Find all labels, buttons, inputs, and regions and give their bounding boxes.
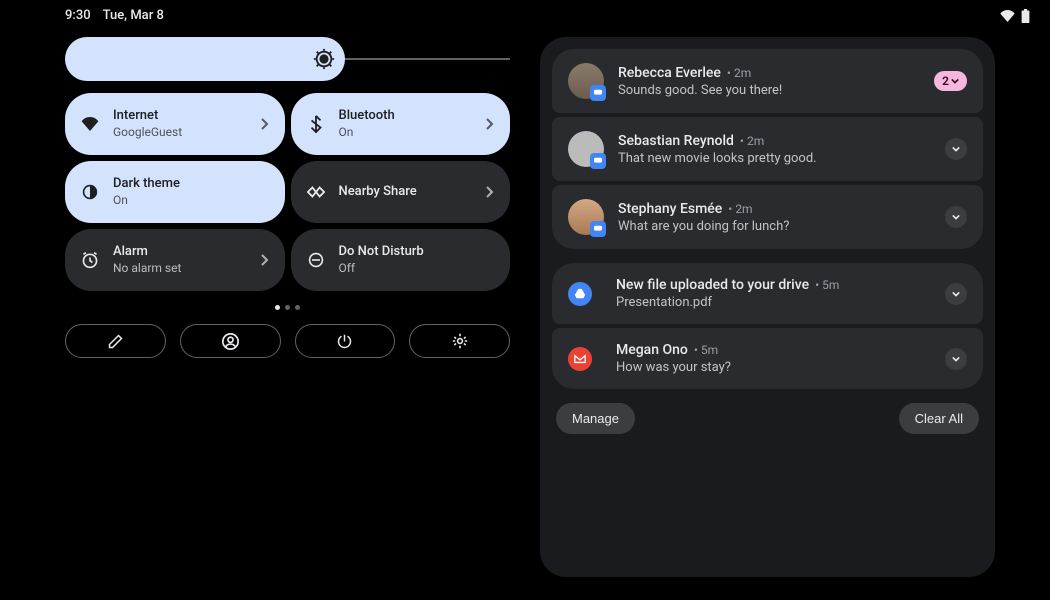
pencil-icon [108,334,123,349]
messages-app-badge [590,153,606,169]
status-bar: 9:30 Tue, Mar 8 [0,0,1050,27]
chevron-right-icon[interactable] [486,118,494,130]
notification-message: How was your stay? [616,360,931,375]
gear-icon [452,333,468,349]
clear-all-button[interactable]: Clear All [899,403,979,434]
notification-title: Sebastian Reynold [618,133,734,149]
do-not-disturb-icon [307,252,325,268]
avatar [568,199,604,235]
notification-group: Rebecca Everlee • 2m Sounds good. See yo… [552,49,983,249]
quick-settings-panel: Internet GoogleGuest Bluetooth On [65,37,510,577]
notification-message: Presentation.pdf [616,295,931,310]
tile-title: Alarm [113,244,247,261]
notification-message: What are you doing for lunch? [618,219,931,234]
chevron-down-icon [952,291,960,297]
wifi-icon [1000,10,1015,22]
notification-message: That new movie looks pretty good. [618,151,931,166]
bluetooth-icon [307,115,325,133]
nearby-share-icon [307,186,325,198]
expand-button[interactable] [945,348,967,370]
messages-app-badge [590,85,606,101]
chevron-right-icon[interactable] [261,254,269,266]
tile-nearby-share[interactable]: Nearby Share [291,161,511,223]
brightness-icon [313,48,335,70]
tile-title: Nearby Share [339,184,473,201]
avatar [568,63,604,99]
power-icon [337,334,352,349]
notification-item[interactable]: Megan Ono • 5m How was your stay? [552,328,983,389]
user-icon [222,333,239,350]
tile-subtitle: On [113,193,269,209]
chevron-down-icon [952,146,960,152]
edit-button[interactable] [65,324,166,358]
notification-title: Rebecca Everlee [618,65,721,81]
notification-panel: Rebecca Everlee • 2m Sounds good. See yo… [540,37,995,577]
chevron-right-icon[interactable] [261,118,269,130]
tile-alarm[interactable]: Alarm No alarm set [65,229,285,291]
tile-title: Do Not Disturb [339,244,495,261]
drive-icon [568,282,592,306]
notification-item[interactable]: Sebastian Reynold • 2m That new movie lo… [552,117,983,181]
chevron-down-icon [952,356,960,362]
chevron-down-icon [952,214,960,220]
tile-title: Bluetooth [339,108,473,125]
tile-subtitle: GoogleGuest [113,125,247,141]
tile-bluetooth[interactable]: Bluetooth On [291,93,511,155]
battery-icon [1021,9,1030,23]
settings-button[interactable] [409,324,510,358]
chevron-right-icon[interactable] [486,186,494,198]
tile-subtitle: Off [339,261,495,277]
page-indicator [65,305,510,310]
notification-title: Stephany Esmée [618,201,722,217]
tile-do-not-disturb[interactable]: Do Not Disturb Off [291,229,511,291]
status-date: Tue, Mar 8 [103,8,164,23]
messages-app-badge [590,221,606,237]
alarm-icon [81,251,99,269]
dark-theme-icon [81,184,99,200]
tile-title: Dark theme [113,176,269,193]
notification-title: New file uploaded to your drive [616,277,809,293]
notification-group: New file uploaded to your drive • 5m Pre… [552,263,983,389]
status-time: 9:30 [65,8,91,23]
notification-count-chip[interactable]: 2 [934,71,967,91]
notification-item[interactable]: New file uploaded to your drive • 5m Pre… [552,263,983,324]
chevron-down-icon [951,78,959,84]
tile-dark-theme[interactable]: Dark theme On [65,161,285,223]
tile-subtitle: No alarm set [113,261,247,277]
notification-title: Megan Ono [616,342,688,358]
notification-item[interactable]: Rebecca Everlee • 2m Sounds good. See yo… [552,49,983,113]
expand-button[interactable] [945,283,967,305]
expand-button[interactable] [945,206,967,228]
notification-item[interactable]: Stephany Esmée • 2m What are you doing f… [552,185,983,249]
tile-internet[interactable]: Internet GoogleGuest [65,93,285,155]
user-button[interactable] [180,324,281,358]
manage-button[interactable]: Manage [556,403,635,434]
tile-subtitle: On [339,125,473,141]
wifi-icon [81,117,99,131]
power-button[interactable] [295,324,396,358]
expand-button[interactable] [945,138,967,160]
gmail-icon [568,347,592,371]
avatar [568,131,604,167]
brightness-slider[interactable] [65,37,510,81]
tile-title: Internet [113,108,247,125]
notification-message: Sounds good. See you there! [618,83,920,98]
